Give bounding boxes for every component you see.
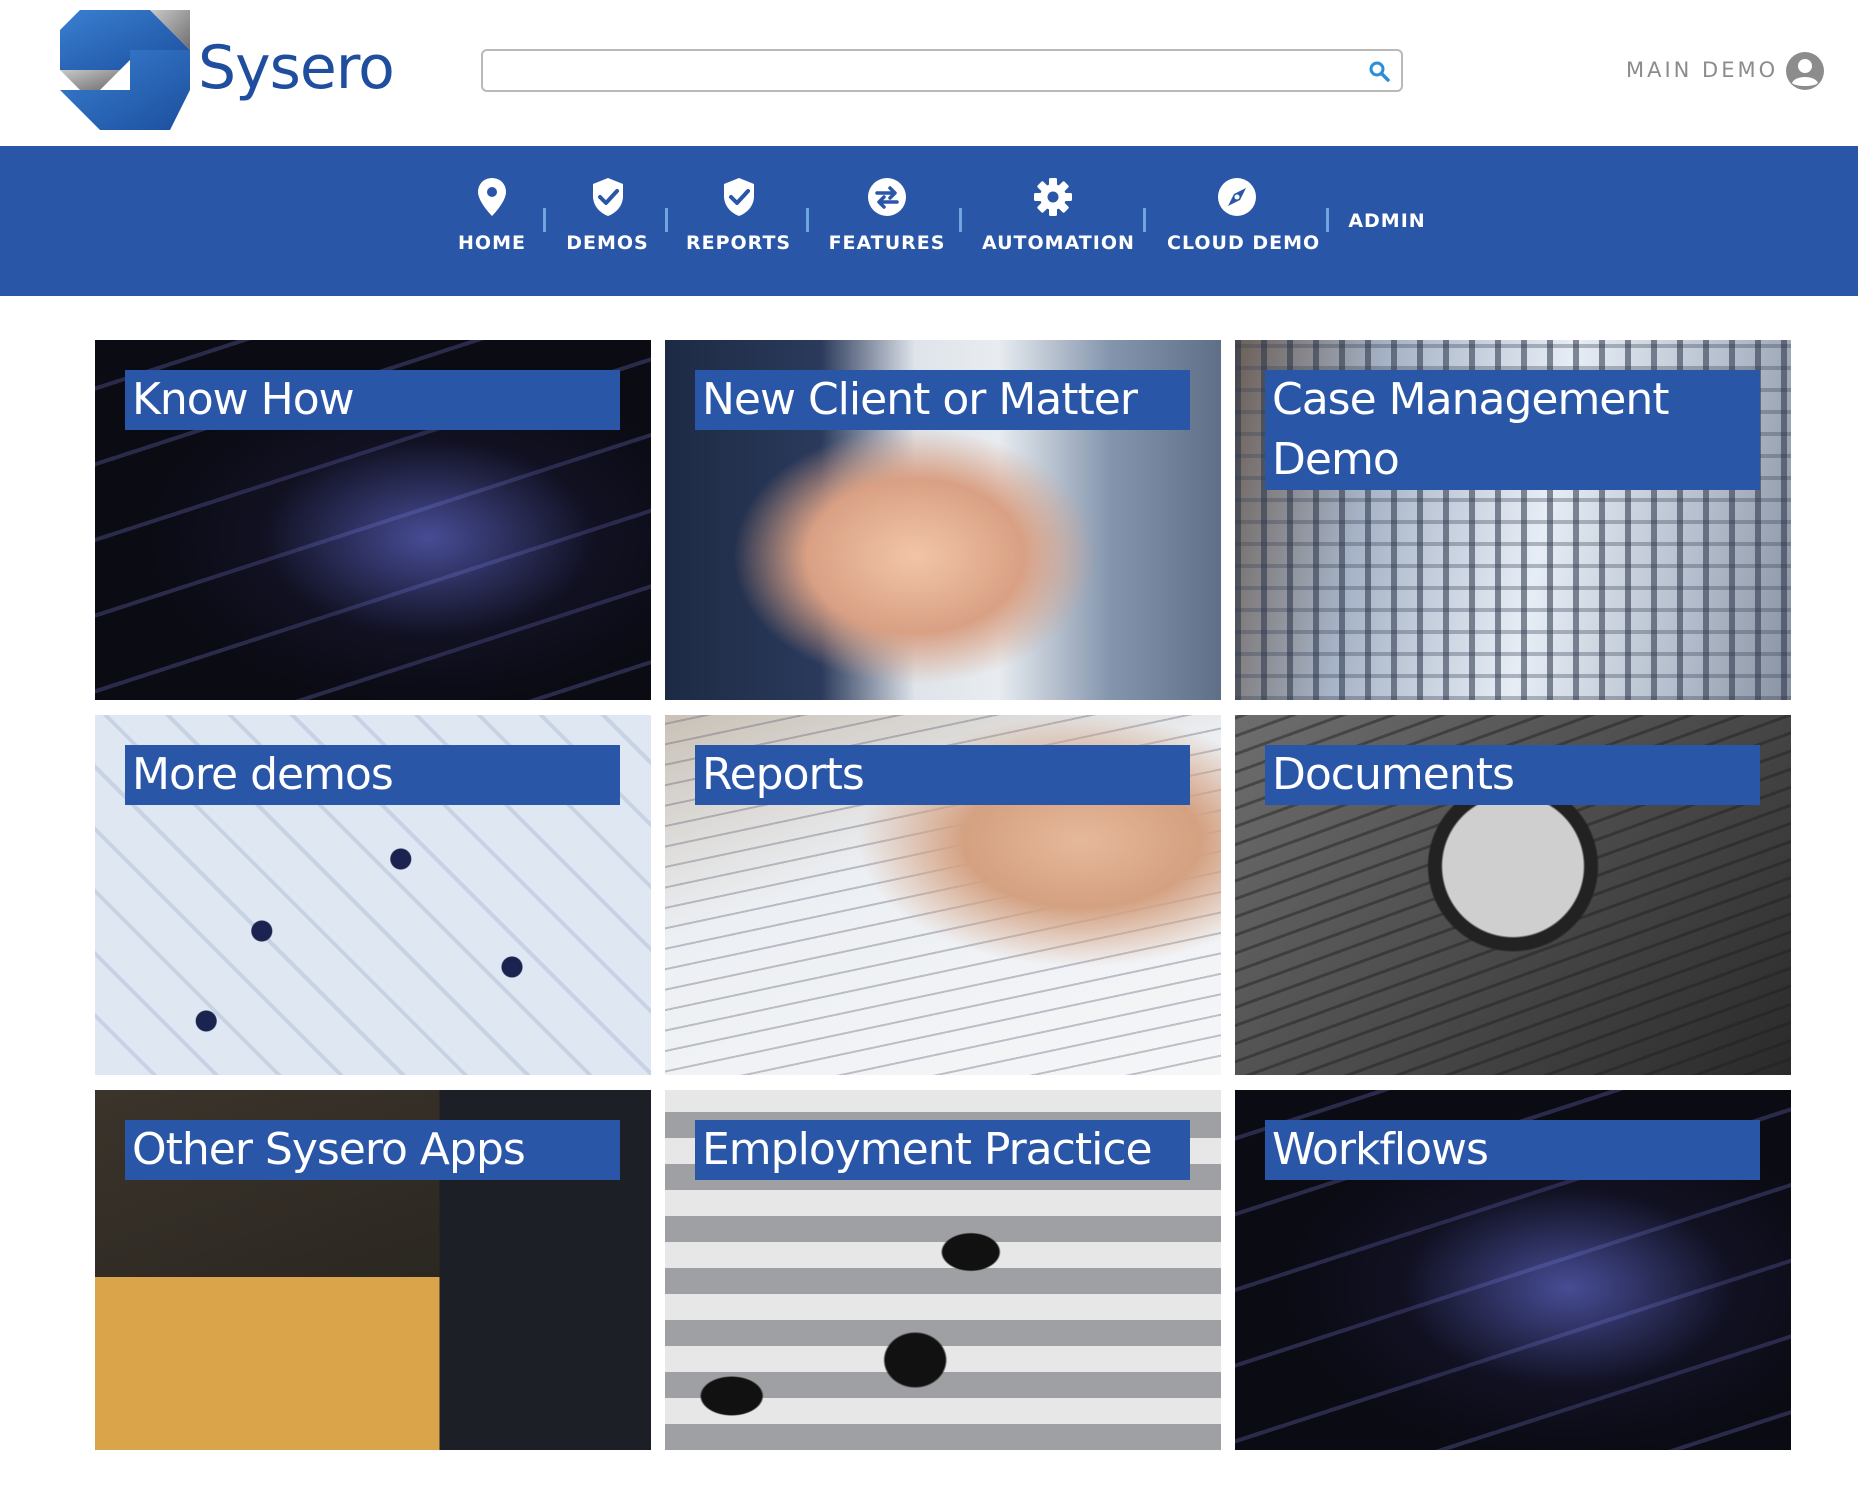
tile-more-demos[interactable]: More demos: [95, 715, 651, 1075]
tile-know-how[interactable]: Know How: [95, 340, 651, 700]
nav-label: CLOUD DEMO: [1167, 232, 1321, 254]
tile-title: More demos: [125, 745, 620, 805]
tile-title: Know How: [125, 370, 620, 430]
tile-documents[interactable]: Documents: [1235, 715, 1791, 1075]
map-pin-icon: [478, 178, 506, 216]
nav-label: AUTOMATION: [982, 232, 1135, 254]
swap-arrows-icon: [868, 178, 906, 216]
tile-title: Documents: [1265, 745, 1760, 805]
search-icon[interactable]: [1367, 59, 1391, 83]
search-input[interactable]: [493, 51, 1347, 92]
tile-workflows[interactable]: Workflows: [1235, 1090, 1791, 1450]
tile-title: Case Management Demo: [1265, 370, 1760, 490]
compass-icon: [1218, 178, 1256, 216]
nav-item-features[interactable]: FEATURES: [828, 176, 946, 266]
nav-label: REPORTS: [686, 232, 792, 254]
nav-divider: [1326, 208, 1329, 232]
nav-item-cloud-demo[interactable]: CLOUD DEMO: [1167, 176, 1321, 266]
tile-title: Employment Practice: [695, 1120, 1190, 1180]
tile-reports[interactable]: Reports: [665, 715, 1221, 1075]
shield-check-icon: [592, 178, 623, 216]
tile-other-sysero-apps[interactable]: Other Sysero Apps: [95, 1090, 651, 1450]
nav-divider: [543, 208, 546, 232]
tile-employment-practice[interactable]: Employment Practice: [665, 1090, 1221, 1450]
tile-new-client-or-matter[interactable]: New Client or Matter: [665, 340, 1221, 700]
nav-label: ADMIN: [1348, 210, 1426, 232]
nav-item-demos[interactable]: DEMOS: [560, 176, 655, 266]
nav-divider: [959, 208, 962, 232]
user-avatar-icon[interactable]: [1785, 51, 1825, 91]
header: Sysero MAIN DEMO: [0, 0, 1858, 146]
nav-item-admin[interactable]: ADMIN: [1346, 176, 1428, 266]
nav-item-home[interactable]: HOME: [452, 176, 532, 266]
nav-divider: [806, 208, 809, 232]
nav-item-automation[interactable]: AUTOMATION: [982, 176, 1135, 266]
sysero-logo-icon: [60, 10, 190, 130]
tile-title: Other Sysero Apps: [125, 1120, 620, 1180]
user-name[interactable]: MAIN DEMO: [1626, 58, 1778, 82]
shield-check-icon: [723, 178, 754, 216]
tile-title: Reports: [695, 745, 1190, 805]
nav-divider: [665, 208, 668, 232]
logo[interactable]: Sysero: [60, 10, 405, 130]
tile-case-management-demo[interactable]: Case Management Demo: [1235, 340, 1791, 700]
nav-divider: [1143, 208, 1146, 232]
tile-title: Workflows: [1265, 1120, 1760, 1180]
brand-name: Sysero: [198, 33, 395, 103]
gear-icon: [1034, 178, 1072, 216]
main-navigation: HOME DEMOS REPORTS FEATURES AUTOMATION C…: [0, 146, 1858, 296]
search-box[interactable]: [481, 49, 1403, 92]
nav-label: FEATURES: [828, 232, 946, 254]
tile-title: New Client or Matter: [695, 370, 1190, 430]
nav-label: HOME: [458, 232, 526, 254]
nav-item-reports[interactable]: REPORTS: [686, 176, 791, 266]
nav-label: DEMOS: [566, 232, 649, 254]
